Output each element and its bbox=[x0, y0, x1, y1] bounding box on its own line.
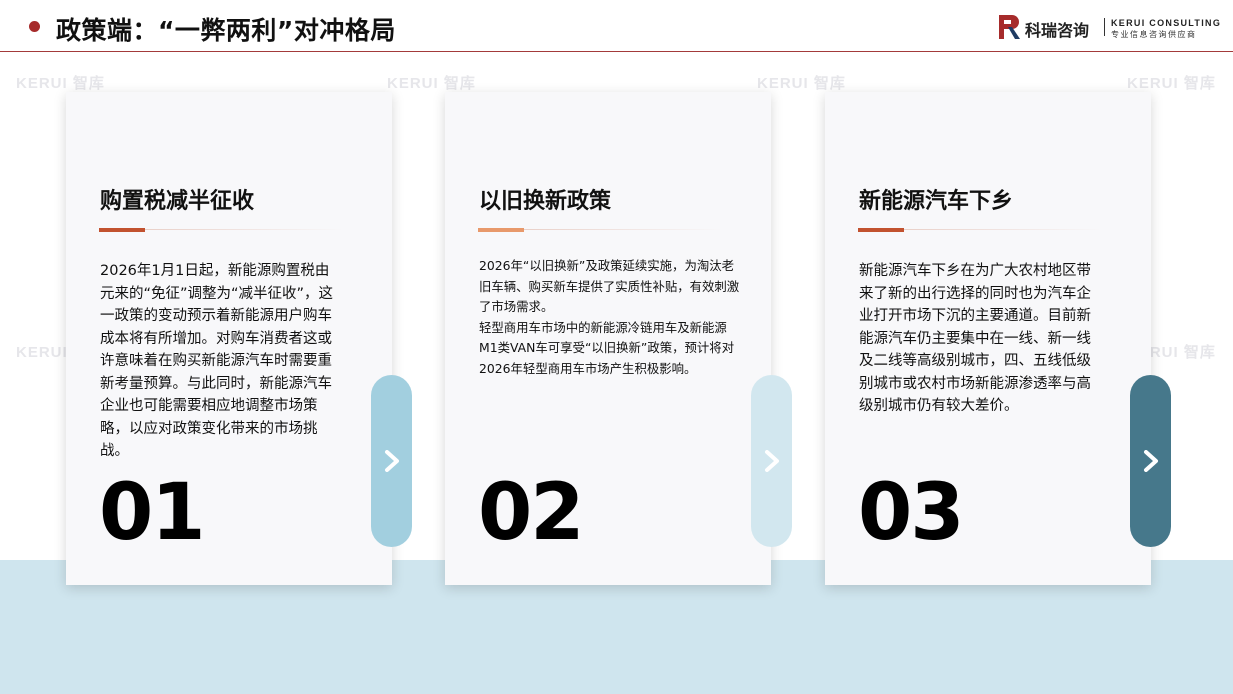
card-heading: 新能源汽车下乡 bbox=[859, 189, 1014, 214]
card-accent-bar bbox=[99, 228, 145, 232]
policy-card-2: 以旧换新政策 2026年“以旧换新”及政策延续实施，为淘汰老旧车辆、购买新车提供… bbox=[445, 92, 771, 585]
card-heading: 以旧换新政策 bbox=[479, 189, 612, 214]
card-number: 03 bbox=[858, 468, 965, 558]
watermark: KERUI 智库 bbox=[16, 75, 105, 92]
card-accent-bar bbox=[858, 228, 904, 232]
logo-tagline: 专业信息咨询供应商 bbox=[1111, 30, 1197, 39]
card-body-text: 新能源汽车下乡在为广大农村地区带来了新的出行选择的同时也为汽车企业打开市场下沉的… bbox=[859, 263, 1091, 414]
card-heading: 购置税减半征收 bbox=[100, 189, 255, 214]
card-body-text: 2026年“以旧换新”及政策延续实施，为淘汰老旧车辆、购买新车提供了实质性补贴，… bbox=[479, 256, 741, 380]
logo-name-cn: 科瑞咨询 bbox=[1025, 21, 1090, 40]
slide-header: 政策端：“一弊两利”对冲格局 科瑞咨询 KERUI CONSULTING 专业信… bbox=[0, 0, 1233, 52]
title-bullet bbox=[29, 21, 40, 32]
card-2-next-tab[interactable] bbox=[751, 375, 792, 547]
card-3-next-tab[interactable] bbox=[1130, 375, 1171, 547]
watermark: KERUI 智库 bbox=[1127, 75, 1216, 92]
card-body-paragraph: 轻型商用车市场中的新能源冷链用车及新能源M1类VAN车可享受“以旧换新”政策，预… bbox=[479, 319, 735, 376]
page-title: 政策端：“一弊两利”对冲格局 bbox=[56, 16, 396, 45]
card-accent-bar bbox=[478, 228, 524, 232]
policy-card-3: 新能源汽车下乡 新能源汽车下乡在为广大农村地区带来了新的出行选择的同时也为汽车企… bbox=[825, 92, 1151, 585]
card-number: 01 bbox=[99, 468, 206, 558]
company-logo: 科瑞咨询 KERUI CONSULTING 专业信息咨询供应商 bbox=[999, 14, 1220, 40]
chevron-right-icon bbox=[384, 450, 399, 472]
chevron-right-icon bbox=[1143, 450, 1158, 472]
card-body-text: 2026年1月1日起，新能源购置税由元来的“免征”调整为“减半征收”，这一政策的… bbox=[100, 263, 334, 459]
watermark: KERUI 智库 bbox=[387, 75, 476, 92]
card-1-next-tab[interactable] bbox=[371, 375, 412, 547]
logo-name-en: KERUI CONSULTING bbox=[1111, 18, 1222, 28]
card-body-paragraph: 2026年“以旧换新”及政策延续实施，为淘汰老旧车辆、购买新车提供了实质性补贴，… bbox=[479, 258, 740, 315]
watermark: KERUI 智库 bbox=[757, 75, 846, 92]
chevron-right-icon bbox=[764, 450, 779, 472]
card-number: 02 bbox=[478, 468, 585, 558]
policy-card-1: 购置税减半征收 2026年1月1日起，新能源购置税由元来的“免征”调整为“减半征… bbox=[66, 92, 392, 585]
logo-separator bbox=[1104, 18, 1105, 36]
kerui-logo-icon bbox=[999, 15, 1020, 39]
